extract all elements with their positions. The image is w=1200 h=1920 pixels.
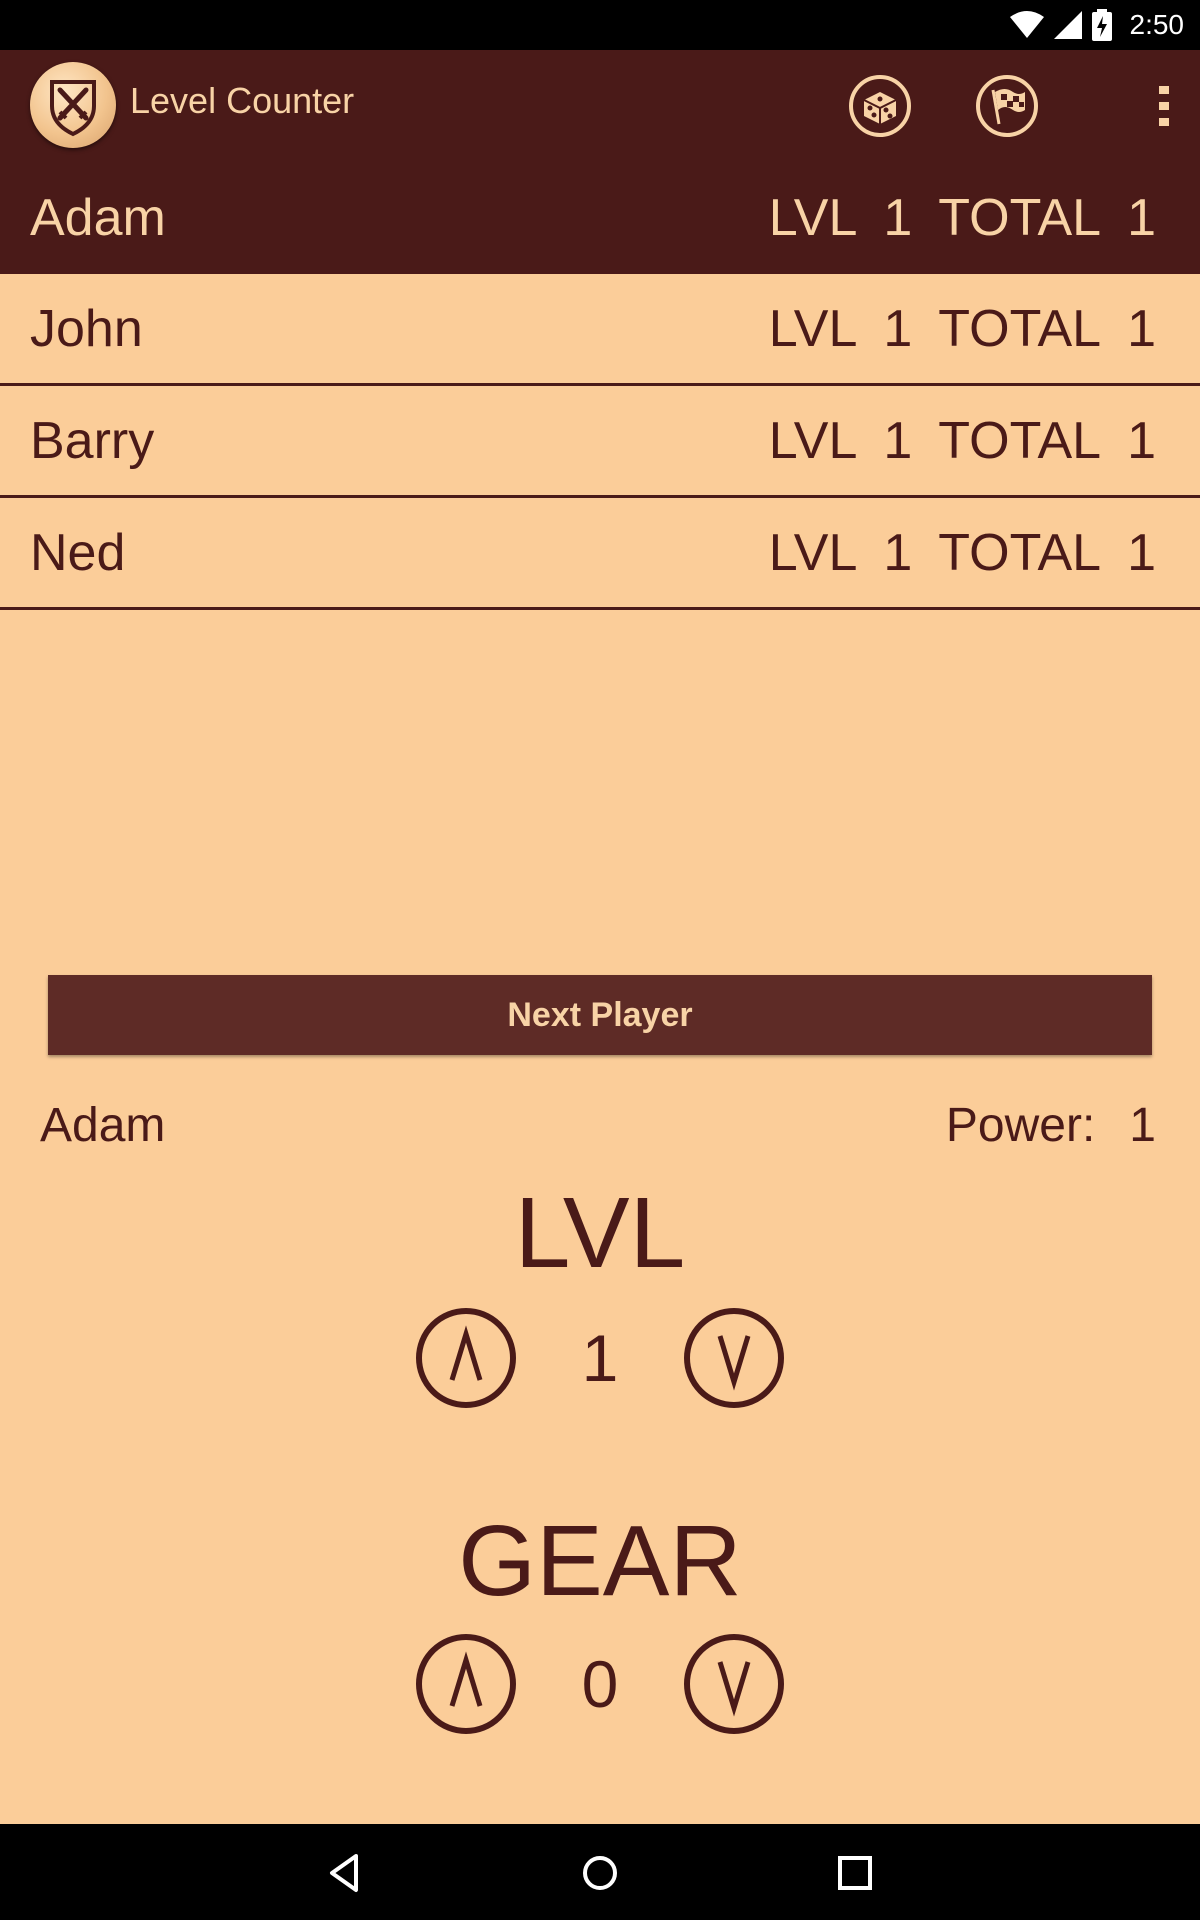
player-stats: LVL 1 TOTAL 1	[769, 188, 1156, 248]
app-bar: Level Counter	[0, 50, 1200, 162]
lvl-down-button[interactable]	[684, 1308, 784, 1408]
player-name: John	[30, 299, 143, 358]
battery-charging-icon	[1091, 9, 1112, 41]
lvl-label: LVL	[768, 299, 858, 358]
player-row-ned[interactable]: Ned LVL 1 TOTAL 1	[0, 498, 1200, 610]
dice-icon[interactable]	[848, 74, 912, 138]
lvl-label: LVL	[768, 189, 858, 247]
gear-up-button[interactable]	[416, 1634, 516, 1734]
next-player-button[interactable]: Next Player	[48, 975, 1152, 1055]
player-name: Adam	[30, 189, 166, 247]
current-player-name: Adam	[40, 1099, 166, 1152]
status-bar: 2:50	[0, 0, 1200, 50]
app-title: Level Counter	[130, 80, 355, 121]
player-stats: LVL 1 TOTAL 1	[769, 523, 1156, 583]
lvl-title: LVL	[514, 1177, 686, 1289]
player-stats: LVL 1 TOTAL 1	[769, 411, 1156, 471]
recents-icon[interactable]	[830, 1848, 880, 1898]
lvl-value: 1	[883, 523, 913, 582]
gear-value: 0	[581, 1647, 619, 1721]
home-icon[interactable]	[575, 1848, 625, 1898]
down-arrow-icon	[717, 1335, 751, 1391]
lvl-value: 1	[581, 1321, 619, 1395]
player-name: Ned	[30, 523, 126, 582]
player-stats: LVL 1 TOTAL 1	[769, 299, 1156, 359]
lvl-value: 1	[883, 189, 913, 247]
lvl-label: LVL	[768, 411, 858, 470]
lvl-value: 1	[883, 299, 913, 358]
total-label: TOTAL	[938, 189, 1102, 247]
lvl-value: 1	[883, 411, 913, 470]
total-value: 1	[1127, 189, 1156, 247]
total-label: TOTAL	[938, 411, 1102, 470]
gear-title: GEAR	[458, 1505, 742, 1617]
player-row-john[interactable]: John LVL 1 TOTAL 1	[0, 274, 1200, 386]
total-value: 1	[1127, 299, 1156, 358]
up-arrow-icon	[449, 1325, 483, 1381]
gear-down-button[interactable]	[684, 1634, 784, 1734]
overflow-menu-icon[interactable]	[1156, 84, 1172, 128]
power-display: Power: 1	[946, 1098, 1156, 1153]
total-value: 1	[1127, 523, 1156, 582]
cell-signal-icon	[1053, 11, 1082, 39]
navigation-bar	[0, 1824, 1200, 1920]
total-value: 1	[1127, 411, 1156, 470]
player-row-adam[interactable]: Adam LVL 1 TOTAL 1	[0, 162, 1200, 274]
power-label: Power:	[945, 1099, 1096, 1152]
checkered-flag-icon[interactable]	[975, 74, 1039, 138]
shield-swords-icon	[30, 62, 116, 148]
player-row-barry[interactable]: Barry LVL 1 TOTAL 1	[0, 386, 1200, 498]
status-time: 2:50	[1129, 9, 1185, 40]
lvl-label: LVL	[768, 523, 858, 582]
down-arrow-icon	[717, 1661, 751, 1717]
player-name: Barry	[30, 411, 155, 470]
wifi-icon	[1009, 11, 1044, 38]
power-value: 1	[1129, 1099, 1156, 1152]
total-label: TOTAL	[938, 523, 1102, 582]
lvl-up-button[interactable]	[416, 1308, 516, 1408]
status-icons: 2:50	[1009, 0, 1185, 50]
back-icon[interactable]	[320, 1848, 370, 1898]
total-label: TOTAL	[938, 299, 1102, 358]
up-arrow-icon	[449, 1651, 483, 1707]
